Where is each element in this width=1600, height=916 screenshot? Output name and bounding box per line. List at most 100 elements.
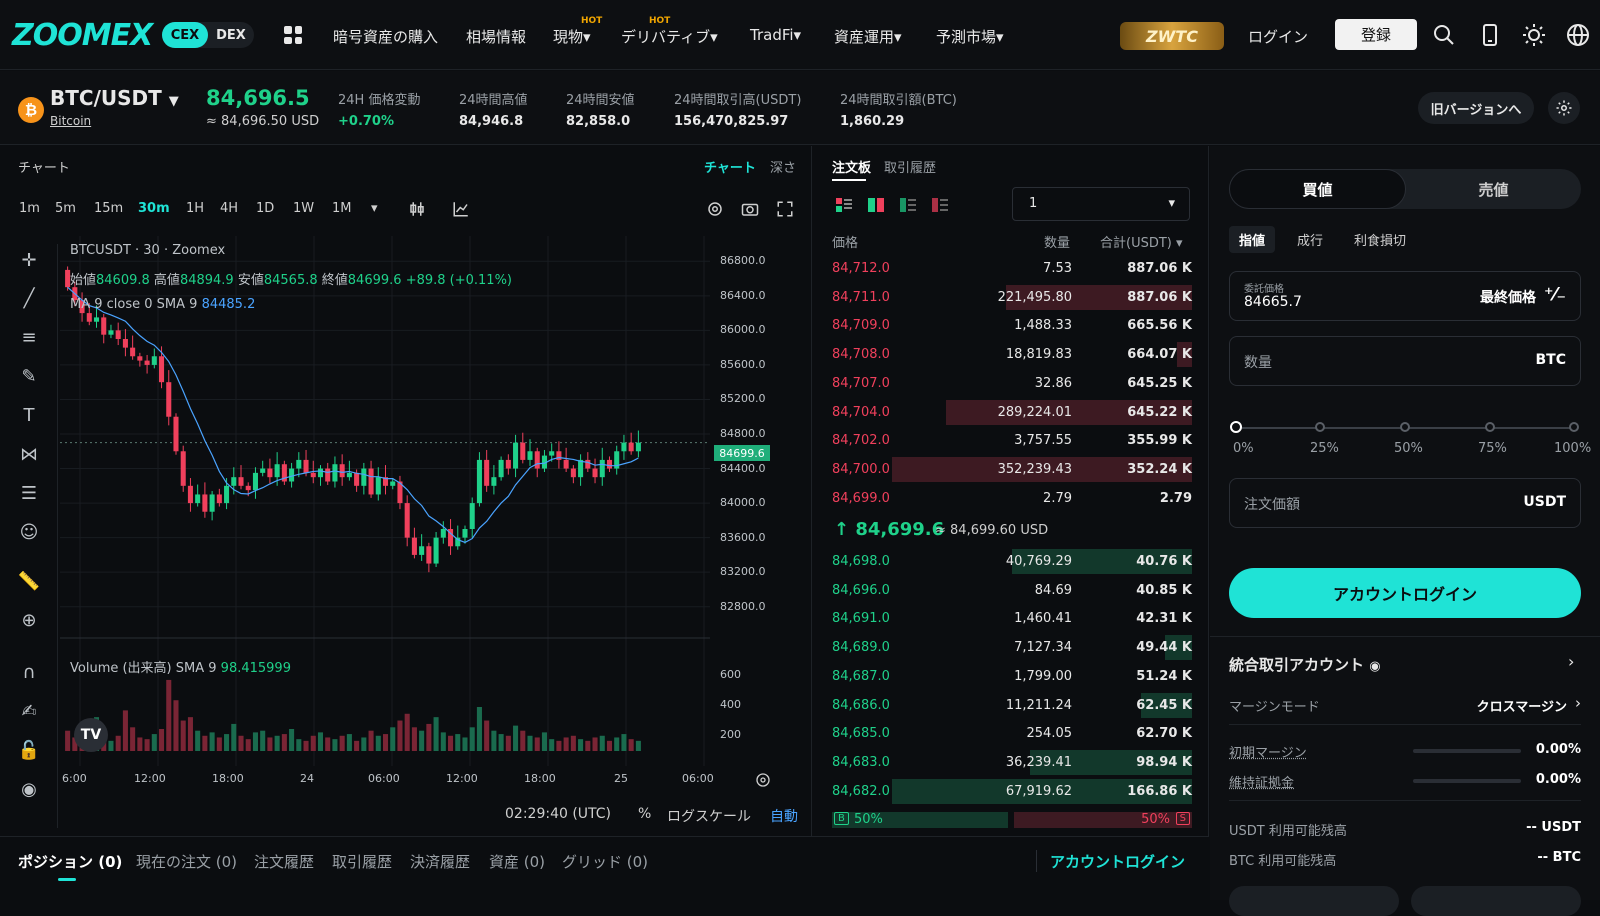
bottom-tab-3[interactable]: 取引履歴	[332, 851, 392, 872]
bid-row[interactable]: 84,683.0 36,239.41 98.94 K	[832, 749, 1192, 776]
register-button[interactable]: 登録	[1335, 19, 1417, 50]
lock-drawing-icon[interactable]: ✍	[16, 701, 42, 727]
timeframe-30m[interactable]: 30m	[138, 201, 170, 216]
candle-type-icon[interactable]	[408, 200, 426, 218]
ask-row[interactable]: 84,700.0 352,239.43 352.24 K	[832, 456, 1192, 483]
bottom-tab-5[interactable]: 資産 (0)	[489, 851, 545, 872]
search-icon[interactable]	[1432, 23, 1456, 47]
eye-icon[interactable]: ◉	[1369, 659, 1380, 674]
language-globe-icon[interactable]	[1566, 23, 1590, 47]
timeframe-4H[interactable]: 4H	[220, 201, 238, 216]
bottom-tab-6[interactable]: グリッド (0)	[562, 851, 648, 872]
price-precision-select[interactable]: 1 ▾	[1012, 187, 1190, 221]
slider-stop-3[interactable]	[1485, 422, 1495, 432]
col-total[interactable]: 合計(USDT) ▾	[1100, 232, 1183, 251]
tab-order-book[interactable]: 注文板	[832, 157, 871, 176]
eye-icon[interactable]: ◉	[16, 779, 42, 805]
fullscreen-icon[interactable]	[776, 200, 794, 218]
order-value-input[interactable]: 注文価額 USDT	[1229, 478, 1581, 528]
ask-row[interactable]: 84,708.0 18,819.83 664.07 K	[832, 341, 1192, 368]
bid-row[interactable]: 84,689.0 7,127.34 49.44 K	[832, 634, 1192, 661]
zoomex-logo[interactable]: ZOOMEX	[12, 18, 153, 53]
trendline-icon[interactable]: ╱	[16, 288, 42, 314]
slider-stop-4[interactable]	[1569, 422, 1579, 432]
ask-row[interactable]: 84,704.0 289,224.01 645.22 K	[832, 399, 1192, 426]
ask-row[interactable]: 84,707.0 32.86 645.25 K	[832, 370, 1192, 397]
nav-item-6[interactable]: 予測市場▾	[936, 26, 1004, 47]
coin-name-link[interactable]: Bitcoin	[50, 114, 91, 128]
slider-stop-0[interactable]	[1230, 421, 1242, 433]
book-asks-only-icon[interactable]	[932, 198, 948, 212]
bottom-tab-2[interactable]: 注文履歴	[254, 851, 314, 872]
buy-tab[interactable]: 買値	[1229, 169, 1406, 209]
book-bids-only-icon[interactable]	[900, 198, 916, 212]
bid-row[interactable]: 84,685.0 254.05 62.70 K	[832, 720, 1192, 747]
bottom-tab-1[interactable]: 現在の注文 (0)	[136, 851, 237, 872]
nav-item-1[interactable]: 相場情報	[466, 26, 526, 47]
old-version-button[interactable]: 旧バージョンへ	[1418, 92, 1534, 124]
price-adjust-icon[interactable]: ⁺⁄₋	[1544, 284, 1566, 305]
pattern-icon[interactable]: ⋈	[16, 444, 42, 470]
camera-icon[interactable]	[741, 200, 759, 218]
bottom-tab-4[interactable]: 決済履歴	[410, 851, 470, 872]
order-type-tpsl[interactable]: 利食損切	[1354, 230, 1406, 249]
auto-scale-toggle[interactable]: 自動	[770, 806, 798, 826]
bid-row[interactable]: 84,696.0 84.69 40.85 K	[832, 577, 1192, 604]
magnet-icon[interactable]: ∩	[16, 662, 42, 688]
nav-item-5[interactable]: 資産運用▾	[834, 26, 902, 47]
slider-stop-1[interactable]	[1315, 422, 1325, 432]
tab-trade-history[interactable]: 取引履歴	[884, 157, 936, 176]
zwtc-promo-banner[interactable]: ZWTC	[1120, 22, 1224, 50]
sell-tab[interactable]: 売値	[1406, 169, 1581, 209]
zoom-in-icon[interactable]: ⊕	[16, 610, 42, 636]
ma-indicator-label[interactable]: MA 9 close 0 SMA 9 84485.2	[70, 297, 255, 312]
unlock-icon[interactable]: 🔓	[16, 740, 42, 766]
settings-button[interactable]	[1548, 92, 1580, 124]
brush-icon[interactable]: ✎	[16, 366, 42, 392]
timeframe-15m[interactable]: 15m	[94, 201, 123, 216]
book-both-sides-icon[interactable]	[836, 198, 852, 212]
cex-dex-switch[interactable]: CEX DEX	[162, 22, 254, 48]
book-split-icon[interactable]	[868, 198, 884, 212]
quantity-input[interactable]: 数量 BTC	[1229, 336, 1581, 386]
apps-grid-icon[interactable]	[284, 26, 302, 44]
order-type-limit[interactable]: 指値	[1229, 226, 1276, 253]
chart-settings-icon[interactable]	[706, 200, 724, 218]
bottom-tab-0[interactable]: ポジション (0)	[18, 851, 122, 872]
deposit-button[interactable]	[1229, 886, 1399, 916]
tradingview-logo[interactable]: TV	[74, 718, 108, 752]
nav-item-4[interactable]: TradFi▾	[750, 26, 801, 44]
timeframe-1W[interactable]: 1W	[293, 201, 314, 216]
timeframe-1m[interactable]: 1m	[19, 201, 40, 216]
bid-row[interactable]: 84,698.0 40,769.29 40.76 K	[832, 548, 1192, 575]
nav-item-2[interactable]: 現物▾	[553, 26, 591, 47]
slider-stop-2[interactable]	[1400, 422, 1410, 432]
emoji-icon[interactable]: ☺	[16, 522, 42, 548]
timeframe-1H[interactable]: 1H	[186, 201, 204, 216]
login-link[interactable]: ログイン	[1248, 26, 1308, 47]
price-input-value[interactable]: 84665.7	[1244, 294, 1302, 310]
nav-item-3[interactable]: デリバティブ▾	[621, 26, 718, 47]
indicators-icon[interactable]	[452, 200, 470, 218]
chevron-down-icon[interactable]: ▼	[169, 94, 179, 109]
bid-row[interactable]: 84,687.0 1,799.00 51.24 K	[832, 663, 1192, 690]
text-icon[interactable]: T	[16, 405, 42, 431]
timeframe-1D[interactable]: 1D	[256, 201, 274, 216]
ruler-icon[interactable]: 📏	[16, 571, 42, 597]
order-type-market[interactable]: 成行	[1297, 230, 1323, 249]
volume-indicator-label[interactable]: Volume (出来高) SMA 9 98.415999	[70, 657, 291, 676]
buy-sell-switch[interactable]: 買値 売値	[1229, 169, 1581, 209]
theme-sun-icon[interactable]	[1522, 23, 1546, 47]
horizontal-lines-icon[interactable]: ≡	[16, 327, 42, 353]
unified-account-title[interactable]: 統合取引アカウント ◉	[1229, 654, 1381, 675]
transfer-button[interactable]	[1411, 886, 1581, 916]
tab-depth[interactable]: 深さ	[770, 157, 796, 176]
tab-chart[interactable]: チャート	[704, 157, 756, 176]
mobile-app-icon[interactable]	[1478, 23, 1502, 47]
ask-row[interactable]: 84,699.0 2.79 2.79	[832, 485, 1192, 512]
timeframe-5m[interactable]: 5m	[55, 201, 76, 216]
ask-row[interactable]: 84,712.0 7.53 887.06 K	[832, 255, 1192, 282]
ask-row[interactable]: 84,702.0 3,757.55 355.99 K	[832, 427, 1192, 454]
bid-row[interactable]: 84,691.0 1,460.41 42.31 K	[832, 605, 1192, 632]
cex-toggle[interactable]: CEX	[162, 22, 208, 48]
